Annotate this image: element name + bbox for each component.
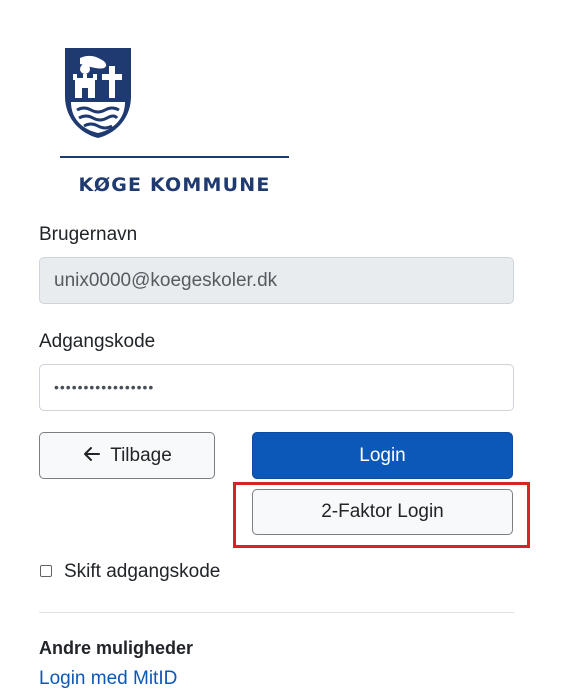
password-label: Adgangskode (39, 331, 156, 352)
password-field[interactable]: ••••••••••••••••• (39, 364, 514, 411)
change-password-checkbox[interactable] (40, 565, 52, 577)
change-password-label: Skift adgangskode (64, 561, 221, 582)
username-label: Brugernavn (39, 224, 138, 245)
back-button[interactable]: Tilbage (39, 432, 215, 479)
login-button[interactable]: Login (252, 432, 513, 479)
highlight-box (233, 482, 530, 548)
back-button-label: Tilbage (110, 445, 172, 466)
username-field[interactable]: unix0000@koegeskoler.dk (39, 257, 514, 304)
municipality-name: KØGE KOMMUNE (78, 174, 271, 196)
municipality-logo: KØGE KOMMUNE (60, 44, 290, 200)
mitid-login-link[interactable]: Login med MitID (39, 668, 177, 690)
login-page: KØGE KOMMUNE Brugernavn unix0000@koegesk… (0, 0, 571, 692)
coat-of-arms-icon (65, 48, 131, 138)
arrow-left-icon (84, 447, 101, 461)
other-options-title: Andre muligheder (39, 638, 194, 658)
logo-divider (60, 156, 289, 158)
section-divider (39, 612, 514, 613)
